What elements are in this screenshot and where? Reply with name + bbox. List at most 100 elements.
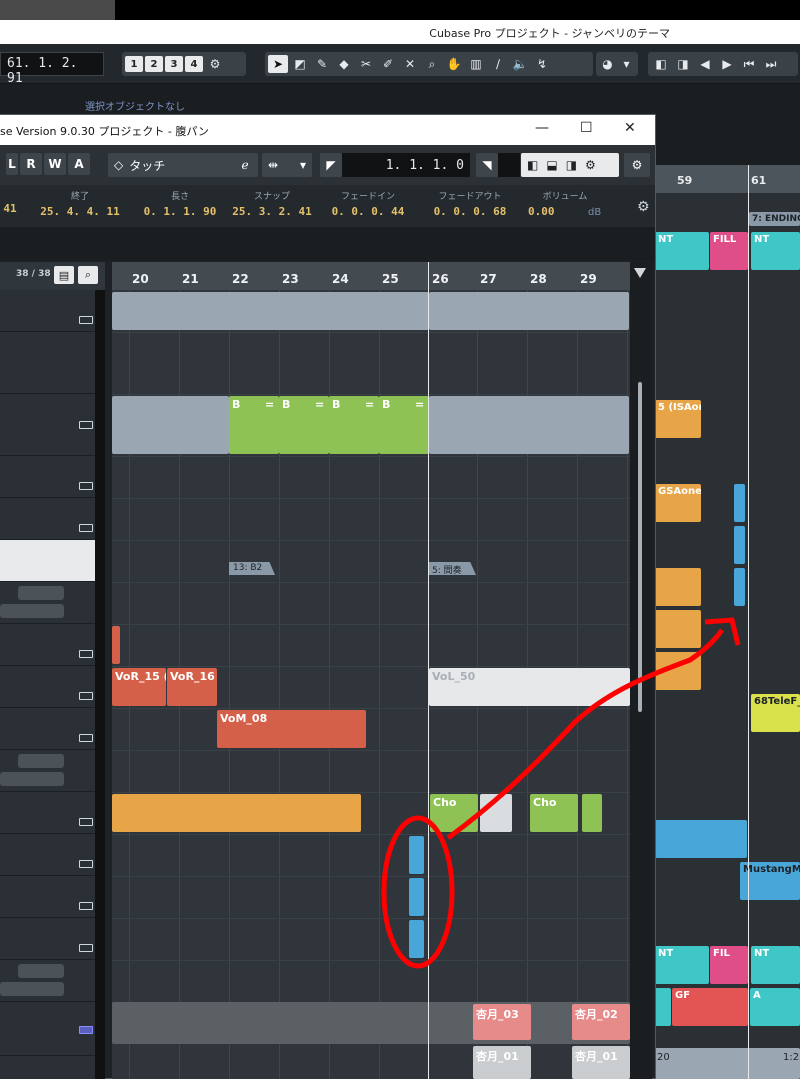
bg-clip-blue-2[interactable] xyxy=(734,526,745,564)
arrow-left-icon[interactable]: ◀ xyxy=(695,55,715,73)
track-row[interactable] xyxy=(0,918,95,960)
scroll-thumb[interactable] xyxy=(638,382,642,712)
a-button[interactable]: A xyxy=(68,153,90,175)
color-menu[interactable]: ◕ ▾ xyxy=(596,52,638,76)
track-row[interactable] xyxy=(0,290,95,332)
pencil-tool-icon[interactable]: ✎ xyxy=(312,55,332,73)
track-row[interactable] xyxy=(0,394,95,456)
marker-interlude[interactable]: 5: 間奏 xyxy=(428,562,476,575)
minimize-icon[interactable]: — xyxy=(535,120,549,136)
midi-clip-b[interactable]: B = xyxy=(279,396,329,454)
track-row[interactable] xyxy=(0,960,95,1002)
bg-clip-nt-2[interactable]: NT xyxy=(751,232,800,270)
list-icon[interactable]: ▤ xyxy=(54,266,74,284)
color-tool-icon[interactable]: ↯ xyxy=(532,55,552,73)
vertical-scrollbar[interactable] xyxy=(630,262,652,1079)
track-row[interactable] xyxy=(0,708,95,750)
track-row[interactable] xyxy=(0,792,95,834)
audio-clip-red-small[interactable] xyxy=(112,626,120,664)
left-locator-field[interactable]: 1. 1. 1. 0 xyxy=(342,153,470,177)
audio-clip-blue-2[interactable] xyxy=(409,878,424,916)
track-slider[interactable] xyxy=(0,772,64,786)
bg-clip-orange-3[interactable] xyxy=(655,652,701,690)
maximize-icon[interactable]: ☐ xyxy=(580,120,593,136)
right-locator-field[interactable] xyxy=(498,153,520,177)
audio-clip-cho[interactable]: Cho xyxy=(430,794,478,832)
bg-clip-blue-long[interactable] xyxy=(655,820,747,858)
w-button[interactable]: W xyxy=(44,153,66,175)
bg-clip-telef[interactable]: 68TeleF_ xyxy=(751,694,800,732)
right-locator-icon[interactable]: ◥ xyxy=(476,153,498,177)
edit-in-place-button[interactable]: ℯ xyxy=(232,153,258,177)
audio-clip-orange[interactable] xyxy=(112,794,361,832)
snap-mode-select[interactable]: ⇹ ▾ xyxy=(262,153,312,177)
gear-icon[interactable]: ⚙ xyxy=(205,55,225,73)
comp-tool-icon[interactable]: ▥ xyxy=(466,55,486,73)
midi-clip-b[interactable]: B = xyxy=(329,396,379,454)
go-start-icon[interactable]: ⏮ xyxy=(739,55,759,73)
track-row-folder[interactable] xyxy=(0,1002,95,1056)
track-slider[interactable] xyxy=(18,754,64,768)
audio-clip-cho[interactable]: Cho xyxy=(530,794,578,832)
track-row[interactable] xyxy=(0,624,95,666)
track-row-selected[interactable] xyxy=(0,540,95,582)
audio-clip-vol50[interactable]: VoL_50 xyxy=(429,668,630,706)
event-display[interactable]: 20 21 22 23 24 25 26 27 28 29 B = B = B = B… xyxy=(112,262,630,1079)
track-row[interactable] xyxy=(0,456,95,498)
midi-clip-gray[interactable] xyxy=(429,396,629,454)
bg-marker-ending[interactable]: 7: ENDING xyxy=(749,212,800,226)
hand-tool-icon[interactable]: ✋ xyxy=(444,55,464,73)
bg-clip-nt[interactable]: NT xyxy=(655,232,709,270)
bg-clip-fil[interactable]: FIL xyxy=(710,946,748,984)
audio-clip-a1-2[interactable]: 杏月_01 xyxy=(572,1046,630,1079)
mute-tool-icon[interactable]: ✕ xyxy=(400,55,420,73)
position-display[interactable]: 61. 1. 2. 91 xyxy=(0,52,104,86)
search-icon[interactable]: ⌕ xyxy=(78,266,98,284)
audio-clip-vor16[interactable]: VoR_16 xyxy=(167,668,217,706)
track-row[interactable] xyxy=(0,498,95,540)
arrow-right-icon[interactable]: ▶ xyxy=(717,55,737,73)
settings-gear-icon[interactable]: ⚙ xyxy=(624,153,650,177)
midi-clip-gray[interactable] xyxy=(112,396,229,454)
bg-clip-blue-3[interactable] xyxy=(734,568,745,606)
chevron-down-icon[interactable] xyxy=(634,268,646,278)
bg-clip-fill[interactable]: FILL xyxy=(710,232,748,270)
bg-clip-nt-3[interactable]: NT xyxy=(655,946,709,984)
right-zone-icon[interactable]: ◨ xyxy=(566,158,577,172)
eraser-tool-icon[interactable]: ◆ xyxy=(334,55,354,73)
bg-clip-nt-4[interactable]: NT xyxy=(751,946,800,984)
tab-3[interactable]: 3 xyxy=(165,56,183,72)
track-slider[interactable] xyxy=(0,982,64,996)
audio-clip-blue-1[interactable] xyxy=(409,836,424,874)
arrow-tool-icon[interactable]: ➤ xyxy=(268,55,288,73)
audio-clip-a2[interactable]: 杏月_02 xyxy=(572,1004,630,1040)
audio-clip-vor15[interactable]: VoR_15 (2 xyxy=(112,668,166,706)
bg-clip-orange-1[interactable] xyxy=(655,568,701,606)
left-locator-icon[interactable]: ◤ xyxy=(320,153,342,177)
bg-clip-cyan-small[interactable] xyxy=(655,988,671,1026)
folder-lane[interactable] xyxy=(112,1002,630,1044)
track-slider[interactable] xyxy=(18,964,64,978)
marker-next-icon[interactable]: ◨ xyxy=(673,55,693,73)
range-tool-icon[interactable]: ◩ xyxy=(290,55,310,73)
midi-clip-b[interactable]: B = xyxy=(229,396,279,454)
bg-clip-gsaone[interactable]: GSAone11 xyxy=(655,484,701,522)
track-row[interactable] xyxy=(0,876,95,918)
audio-clip-green-small[interactable] xyxy=(582,794,602,832)
audio-clip-a3[interactable]: 杏月_03 xyxy=(473,1004,531,1040)
project-cursor[interactable] xyxy=(428,262,429,1079)
background-ruler[interactable]: 59 61 xyxy=(655,165,800,193)
track-slider[interactable] xyxy=(18,586,64,600)
midi-clip-gray[interactable] xyxy=(112,292,429,330)
marker-prev-icon[interactable]: ◧ xyxy=(651,55,671,73)
scissors-tool-icon[interactable]: ✂ xyxy=(356,55,376,73)
track-row[interactable] xyxy=(0,750,95,792)
tab-2[interactable]: 2 xyxy=(145,56,163,72)
track-list-scrollbar[interactable] xyxy=(95,290,105,1079)
audio-clip-blue-3[interactable] xyxy=(409,920,424,958)
audio-clip-vom08[interactable]: VoM_08 xyxy=(217,710,366,748)
track-row[interactable] xyxy=(0,834,95,876)
midi-clip-gray[interactable] xyxy=(429,292,629,330)
tab-4[interactable]: 4 xyxy=(185,56,203,72)
track-row[interactable] xyxy=(0,666,95,708)
